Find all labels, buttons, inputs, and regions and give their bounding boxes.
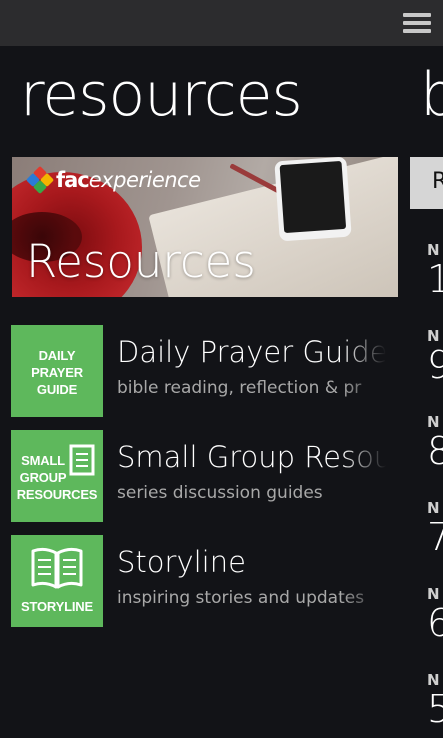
- date-day: 7: [427, 515, 443, 559]
- banner-label: Resources: [26, 235, 256, 288]
- small-group-resources-tile: SMALL GROUP RESOURCES: [11, 430, 103, 522]
- tile-line: STORYLINE: [21, 599, 93, 614]
- item-title: Storyline: [117, 545, 246, 579]
- logo-mark-icon: [25, 165, 55, 195]
- date-day: 8: [427, 429, 443, 473]
- text-fade: [341, 430, 391, 523]
- next-panel-title-peek[interactable]: b: [420, 58, 443, 132]
- menu-line: [403, 21, 431, 25]
- tile-line: RESOURCES: [16, 487, 98, 502]
- logo-fac-text: fac: [56, 168, 90, 192]
- date-entry[interactable]: N 8: [427, 413, 443, 471]
- resources-banner[interactable]: fac experience Resources: [12, 157, 398, 297]
- tile-line: DAILY: [38, 348, 76, 363]
- date-entry[interactable]: N 5: [427, 671, 443, 729]
- document-icon: [69, 444, 95, 476]
- hamburger-menu-icon[interactable]: [401, 10, 433, 36]
- open-book-icon: [31, 547, 83, 589]
- item-subtitle: series discussion guides: [117, 483, 323, 503]
- menu-line: [403, 29, 431, 33]
- date-entry[interactable]: N 9: [427, 327, 443, 385]
- menu-line: [403, 13, 431, 17]
- date-day: 9: [427, 343, 443, 387]
- fac-experience-logo: fac experience: [25, 165, 201, 195]
- list-item-daily-prayer-guide[interactable]: DAILY PRAYER GUIDE Daily Prayer Guide bi…: [11, 325, 391, 418]
- daily-prayer-guide-tile: DAILY PRAYER GUIDE: [11, 325, 103, 417]
- phone-screen: [279, 160, 347, 234]
- date-day: 6: [427, 601, 443, 645]
- item-subtitle: inspiring stories and updates: [117, 588, 365, 608]
- date-day: 5: [427, 687, 443, 731]
- text-fade: [341, 535, 391, 628]
- page-title: resources: [20, 60, 303, 130]
- tile-line: GUIDE: [36, 382, 78, 397]
- list-item-storyline[interactable]: STORYLINE Storyline inspiring stories an…: [11, 535, 391, 628]
- storyline-tile: STORYLINE: [11, 535, 103, 627]
- next-panel-button[interactable]: R: [410, 157, 443, 209]
- top-bar: [0, 0, 443, 46]
- item-subtitle: bible reading, reflection & pr: [117, 378, 362, 398]
- date-entry[interactable]: N 7: [427, 499, 443, 557]
- date-entry[interactable]: N 6: [427, 585, 443, 643]
- phone-image: [274, 157, 352, 242]
- date-day: 1: [427, 257, 443, 301]
- next-panel-button-label: R: [432, 169, 443, 194]
- logo-experience-text: experience: [88, 168, 201, 192]
- list-item-small-group-resources[interactable]: SMALL GROUP RESOURCES Small Group Resou …: [11, 430, 391, 523]
- tile-line: PRAYER: [31, 365, 83, 380]
- date-entry[interactable]: N 1: [427, 241, 443, 299]
- text-fade: [341, 325, 391, 418]
